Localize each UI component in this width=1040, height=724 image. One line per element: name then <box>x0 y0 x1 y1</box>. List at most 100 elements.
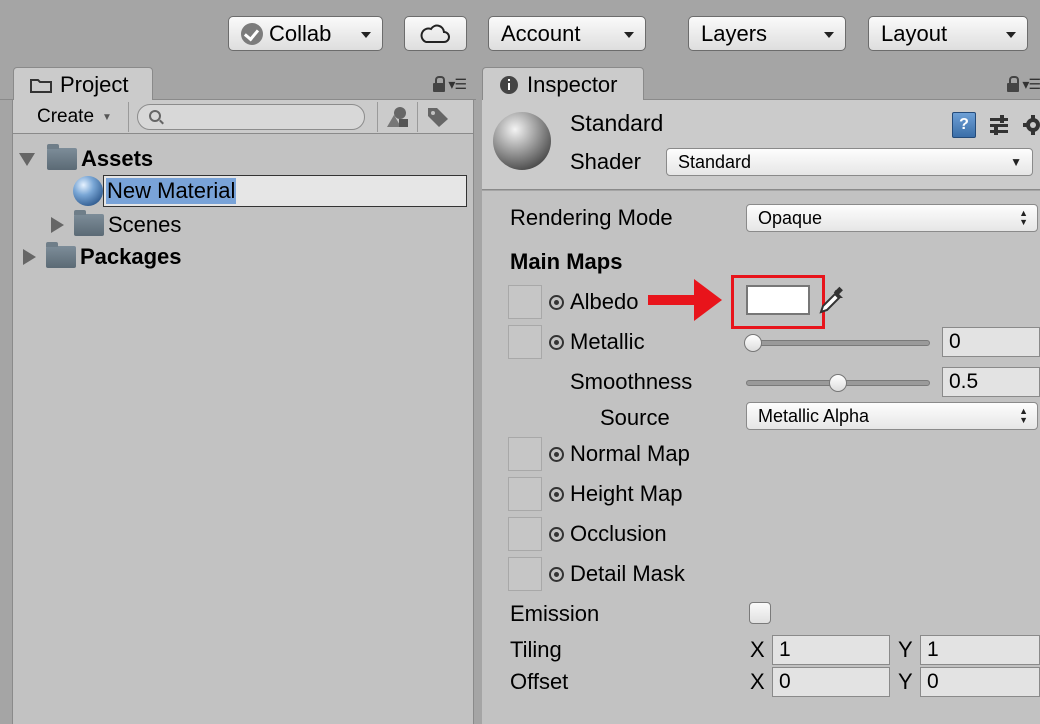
expand-arrow-icon[interactable] <box>19 152 35 166</box>
create-button[interactable]: Create ▼ <box>25 102 129 132</box>
chevron-down-icon <box>1006 32 1016 38</box>
menu-icon[interactable]: ▾☰ <box>1022 76 1040 93</box>
eyedropper-icon[interactable] <box>818 285 844 315</box>
offset-x-label: X <box>750 669 765 694</box>
lock-icon[interactable] <box>1007 76 1020 92</box>
project-panel-options[interactable]: ▾☰ <box>433 76 467 93</box>
albedo-color-field[interactable] <box>746 285 810 315</box>
offset-x-field[interactable]: 0 <box>772 667 890 697</box>
metallic-texture-slot[interactable] <box>508 325 542 359</box>
material-preview-icon <box>493 112 551 170</box>
source-label: Source <box>600 405 670 430</box>
help-book-icon[interactable]: ? <box>952 112 976 138</box>
object-picker-icon[interactable] <box>549 335 564 350</box>
shader-label: Shader <box>570 149 641 174</box>
menu-icon[interactable]: ▾☰ <box>448 76 467 93</box>
up-down-arrows-icon: ▲ ▼ <box>1019 208 1028 227</box>
search-input[interactable] <box>168 108 358 130</box>
tree-label-packages: Packages <box>80 244 182 269</box>
object-picker-icon[interactable] <box>549 567 564 582</box>
project-search[interactable] <box>137 104 365 130</box>
normal-map-texture-slot[interactable] <box>508 437 542 471</box>
rendering-mode-label: Rendering Mode <box>510 205 673 230</box>
tree-item-scenes[interactable]: Scenes <box>51 210 181 240</box>
metallic-slider-track[interactable] <box>746 340 930 346</box>
offset-y-field[interactable]: 0 <box>920 667 1040 697</box>
collab-label: Collab <box>269 20 332 46</box>
metallic-slider-handle[interactable] <box>744 334 762 352</box>
folder-icon <box>46 242 76 268</box>
collapse-arrow-icon[interactable] <box>23 249 36 265</box>
emission-label: Emission <box>510 601 600 626</box>
up-down-arrows-icon: ▲ ▼ <box>1019 406 1028 425</box>
lock-icon[interactable] <box>433 76 446 92</box>
tiling-y-field[interactable]: 1 <box>920 635 1040 665</box>
header-icons: ? <box>952 112 1040 138</box>
source-dropdown[interactable]: Metallic Alpha ▲ ▼ <box>746 402 1038 430</box>
occlusion-label: Occlusion <box>570 521 667 546</box>
layout-label: Layout <box>881 20 948 46</box>
filter-by-type-button[interactable] <box>377 102 417 132</box>
occlusion-texture-slot[interactable] <box>508 517 542 551</box>
tab-project-label: Project <box>60 71 129 97</box>
tree-item-packages[interactable]: Packages <box>23 242 182 272</box>
layers-label: Layers <box>701 20 768 46</box>
height-map-texture-slot[interactable] <box>508 477 542 511</box>
layers-dropdown[interactable]: Layers <box>688 16 846 51</box>
smoothness-label: Smoothness <box>570 369 693 394</box>
collab-button[interactable]: Collab <box>228 16 383 51</box>
object-picker-icon[interactable] <box>549 295 564 310</box>
albedo-texture-slot[interactable] <box>508 285 542 319</box>
filter-by-label-button[interactable] <box>417 102 457 132</box>
tab-inspector-label: Inspector <box>527 71 618 97</box>
collapse-arrow-icon[interactable] <box>51 217 64 233</box>
metallic-label: Metallic <box>570 329 645 354</box>
rendering-mode-value: Opaque <box>758 207 823 228</box>
presets-icon[interactable] <box>988 114 1010 136</box>
tree-item-assets[interactable]: Assets <box>19 144 153 174</box>
object-picker-icon[interactable] <box>549 527 564 542</box>
height-map-label: Height Map <box>570 481 683 506</box>
annotation-arrow-shaft <box>648 295 698 305</box>
smoothness-slider-handle[interactable] <box>829 374 847 392</box>
object-picker-icon[interactable] <box>549 447 564 462</box>
inspector-panel: Inspector ▾☰ Standard Shader Standard ▼ … <box>482 66 1040 724</box>
chevron-down-icon <box>824 32 834 38</box>
folder-icon <box>74 210 104 236</box>
smoothness-value-field[interactable]: 0.5 <box>942 367 1040 397</box>
chevron-down-icon <box>624 32 634 38</box>
rename-field[interactable]: New Material <box>103 175 467 207</box>
info-icon <box>500 75 518 94</box>
account-dropdown[interactable]: Account <box>488 16 646 51</box>
shader-dropdown[interactable]: Standard ▼ <box>666 148 1033 176</box>
cloud-icon <box>420 24 450 43</box>
material-title: Standard <box>570 110 664 136</box>
cloud-button[interactable] <box>404 16 467 51</box>
chevron-down-icon <box>361 32 371 38</box>
project-panel: Project ▾☰ Create ▼ Assets New Material … <box>0 66 476 724</box>
object-picker-icon[interactable] <box>549 487 564 502</box>
project-body: Create ▼ Assets New Material Scenes Pack… <box>12 100 474 724</box>
gear-icon[interactable] <box>1022 114 1040 136</box>
inspector-header: Standard Shader Standard ▼ ? <box>482 100 1040 190</box>
offset-y-label: Y <box>898 669 913 694</box>
inspector-panel-options[interactable]: ▾☰ <box>1007 76 1040 93</box>
panel-divider[interactable] <box>476 100 482 724</box>
tree-item-new-material[interactable]: New Material <box>73 175 467 207</box>
detail-mask-label: Detail Mask <box>570 561 685 586</box>
tiling-x-field[interactable]: 1 <box>772 635 890 665</box>
tab-project[interactable]: Project <box>13 67 153 101</box>
rename-selected-text: New Material <box>106 178 237 204</box>
emission-checkbox[interactable] <box>749 602 771 624</box>
chevron-down-icon: ▼ <box>1010 155 1022 169</box>
detail-mask-texture-slot[interactable] <box>508 557 542 591</box>
rendering-mode-dropdown[interactable]: Opaque ▲ ▼ <box>746 204 1038 232</box>
account-label: Account <box>501 20 581 46</box>
create-label: Create <box>37 106 95 127</box>
inspector-tabbar: Inspector ▾☰ <box>482 66 1040 101</box>
metallic-value-field[interactable]: 0 <box>942 327 1040 357</box>
tab-inspector[interactable]: Inspector <box>482 67 644 101</box>
project-toolbar: Create ▼ <box>13 100 473 134</box>
layout-dropdown[interactable]: Layout <box>868 16 1028 51</box>
albedo-label: Albedo <box>570 289 639 314</box>
